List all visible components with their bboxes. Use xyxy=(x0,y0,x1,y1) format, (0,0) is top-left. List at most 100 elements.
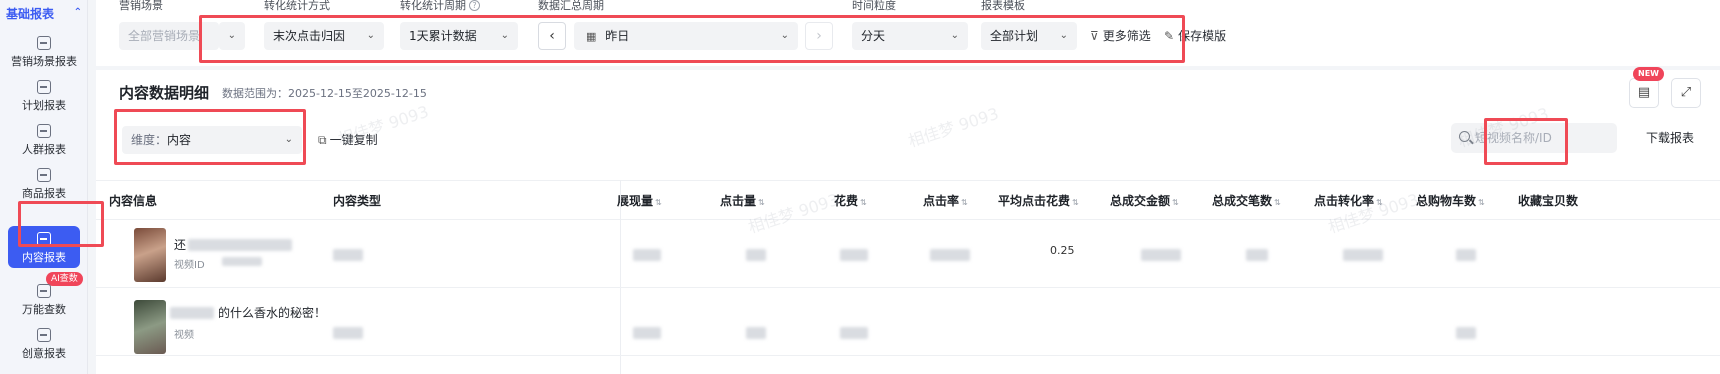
time-granularity-select[interactable]: 分天 ⌄ xyxy=(852,22,968,50)
chevron-down-icon: ⌄ xyxy=(780,30,789,41)
copy-button[interactable]: ⧉ 一键复制 xyxy=(318,126,378,154)
expand-icon: ⤢ xyxy=(1680,85,1692,100)
sidebar-item-audience-report[interactable]: 人群报表 xyxy=(0,124,88,170)
scene-select[interactable]: 全部营销场景 xyxy=(119,22,219,50)
col-total-orders[interactable]: 总成交笔数 ⇅ xyxy=(1212,181,1281,221)
col-ctr[interactable]: 点击率 ⇅ xyxy=(923,181,968,221)
col-cart-adds[interactable]: 总购物车数 ⇅ xyxy=(1416,181,1485,221)
content-title[interactable]: 的什么香水的秘密！ xyxy=(218,304,326,321)
sidebar-item-label: 内容报表 xyxy=(22,251,66,264)
data-period-select[interactable]: ▦ 昨日 ⌄ xyxy=(574,22,798,50)
chevron-down-icon: ⌄ xyxy=(366,30,375,41)
sort-icon: ⇅ xyxy=(961,198,968,207)
sidebar: 基础报表 ⌃ 营销场景报表 计划报表 人群报表 商品报表 内容报表 AI查数 万… xyxy=(0,0,88,374)
sort-icon: ⇅ xyxy=(1072,198,1079,207)
sidebar-item-label: 万能查数 xyxy=(22,303,66,316)
conversion-method-select[interactable]: 末次点击归因 ⌄ xyxy=(264,22,384,50)
sidebar-item-content-report[interactable]: 内容报表 xyxy=(8,226,80,268)
col-clicks[interactable]: 点击量 ⇅ xyxy=(720,181,765,221)
col-favorites[interactable]: 收藏宝贝数 xyxy=(1518,181,1578,221)
redacted-value xyxy=(1343,249,1383,261)
search-icon xyxy=(1459,131,1470,142)
content-card: 内容数据明细 数据范围为：2025-12-15至2025-12-15 ▤ NEW… xyxy=(96,67,1720,374)
redacted-value xyxy=(633,249,661,261)
conversion-method-label: 转化统计方式 xyxy=(264,0,330,12)
sort-icon: ⇅ xyxy=(1274,198,1281,207)
conversion-period-label: 转化统计周期? xyxy=(400,0,480,13)
download-report-button[interactable]: 下载报表 xyxy=(1634,123,1706,153)
redacted-type xyxy=(333,327,363,339)
redacted-value xyxy=(930,249,970,261)
scene-select-caret[interactable]: ⌄ xyxy=(219,22,245,50)
redacted-value xyxy=(1141,249,1181,261)
col-total-orders-label: 总成交笔数 xyxy=(1212,194,1273,208)
report-icon xyxy=(37,80,51,94)
sidebar-item-scene-report[interactable]: 营销场景报表 xyxy=(0,36,88,82)
report-template-select[interactable]: 全部计划 ⌄ xyxy=(981,22,1077,50)
data-period-label: 数据汇总周期 xyxy=(538,0,604,12)
col-total-gmv[interactable]: 总成交金额 ⇅ xyxy=(1110,181,1179,221)
col-cost[interactable]: 花费 ⇅ xyxy=(834,181,867,221)
table-row[interactable]: 的什么香水的秘密！ 视频 xyxy=(96,290,1720,356)
sidebar-item-label: 计划报表 xyxy=(22,99,66,112)
dimension-value: 内容 xyxy=(167,133,192,147)
redacted-text xyxy=(222,257,262,266)
chevron-down-icon: ⌄ xyxy=(1059,30,1068,41)
redacted-text xyxy=(170,307,214,319)
data-period-value: 昨日 xyxy=(605,29,630,43)
new-badge: NEW xyxy=(1633,67,1664,81)
copy-label: 一键复制 xyxy=(329,133,378,147)
redacted-value xyxy=(746,327,766,339)
col-click-cvr[interactable]: 点击转化率 ⇅ xyxy=(1314,181,1383,221)
time-granularity-value: 分天 xyxy=(861,29,886,43)
video-thumbnail[interactable] xyxy=(134,300,166,354)
sidebar-section-header[interactable]: 基础报表 ⌃ xyxy=(6,5,86,25)
conversion-period-label-text: 转化统计周期 xyxy=(400,0,466,12)
sidebar-item-label: 创意报表 xyxy=(22,347,66,360)
report-icon xyxy=(37,328,51,342)
message-icon: ▤ xyxy=(1637,85,1651,100)
dimension-select[interactable]: 维度：内容 ⌄ xyxy=(122,126,302,154)
conversion-period-select[interactable]: 1天累计数据 ⌄ xyxy=(400,22,518,50)
report-icon xyxy=(37,232,51,246)
feedback-button[interactable]: ▤ xyxy=(1629,78,1659,108)
col-clicks-label: 点击量 xyxy=(720,194,757,208)
col-avg-cpc-label: 平均点击花费 xyxy=(998,194,1071,208)
sidebar-item-creative-report[interactable]: 创意报表 xyxy=(0,328,88,374)
col-impressions[interactable]: 展现量 ⇅ xyxy=(617,181,662,221)
sidebar-item-product-report[interactable]: 商品报表 xyxy=(0,168,88,214)
redacted-value xyxy=(746,249,766,261)
edit-icon: ✎ xyxy=(1164,29,1175,43)
video-thumbnail[interactable] xyxy=(134,228,166,282)
save-template-button[interactable]: ✎ 保存模版 xyxy=(1164,22,1226,50)
time-granularity-label: 时间粒度 xyxy=(852,0,896,12)
sidebar-item-universal-query[interactable]: 万能查数 xyxy=(0,284,88,330)
search-box xyxy=(1451,123,1617,153)
report-template-value: 全部计划 xyxy=(990,29,1039,43)
content-title[interactable]: 还 xyxy=(174,236,186,253)
sort-icon: ⇅ xyxy=(860,198,867,207)
more-filters-label: 更多筛选 xyxy=(1102,29,1151,43)
search-input[interactable] xyxy=(1475,123,1611,153)
table-header: 内容信息 内容类型 展现量 ⇅ 点击量 ⇅ 花费 ⇅ 点击率 ⇅ 平均点击花费 ⇅ 总成交… xyxy=(96,180,1720,220)
more-filters-button[interactable]: ⊽ 更多筛选 xyxy=(1090,22,1151,50)
prev-period-button[interactable]: ‹ xyxy=(538,22,566,50)
sidebar-item-label: 商品报表 xyxy=(22,187,66,200)
help-icon[interactable]: ? xyxy=(469,0,480,11)
redacted-value xyxy=(1246,249,1268,261)
next-period-button[interactable]: › xyxy=(805,22,833,50)
watermark: 相佳梦 9093 xyxy=(905,103,1001,151)
fullscreen-button[interactable]: ⤢ xyxy=(1671,78,1701,108)
avg-cpc-value: 0.25 xyxy=(1050,244,1075,257)
col-cost-label: 花费 xyxy=(834,194,859,208)
dimension-label: 维度： xyxy=(131,133,168,147)
redacted-value xyxy=(840,327,868,339)
report-icon xyxy=(37,168,51,182)
sidebar-section-title: 基础报表 xyxy=(6,7,55,21)
scene-label: 营销场景 xyxy=(119,0,163,12)
filter-icon: ⊽ xyxy=(1090,29,1099,43)
table-row[interactable]: 还 视频ID 0.25 xyxy=(96,222,1720,288)
col-click-cvr-label: 点击转化率 xyxy=(1314,194,1375,208)
col-avg-cpc[interactable]: 平均点击花费 ⇅ xyxy=(998,181,1079,221)
sidebar-item-plan-report[interactable]: 计划报表 xyxy=(0,80,88,126)
